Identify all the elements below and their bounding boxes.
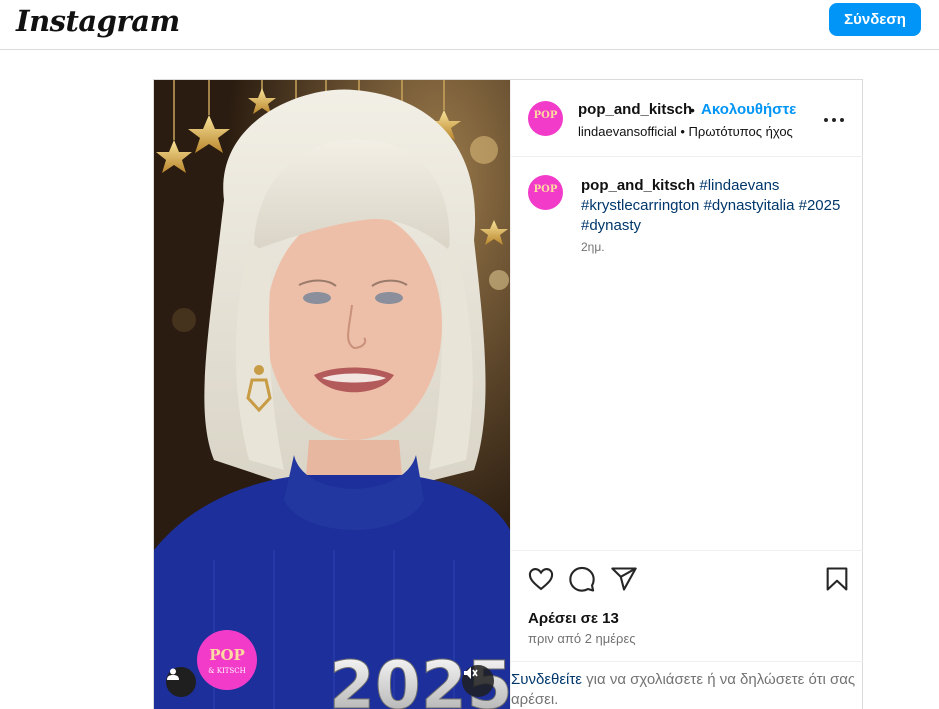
avatar-text: POP [533, 110, 558, 121]
post-card: 2025 POP & KITSCH POP pop_and_kitsch • Α… [153, 79, 863, 709]
bookmark-icon[interactable] [823, 565, 851, 593]
hashtag-link[interactable]: #2025 [799, 197, 841, 214]
post-date: πριν από 2 ημέρες [528, 631, 636, 646]
post-actions-section: Αρέσει σε 13 πριν από 2 ημέρες Συνδεθείτ… [511, 550, 863, 709]
pop-badge-subtitle: & KITSCH [208, 667, 245, 675]
hashtag-link[interactable]: #krystlecarrington [581, 197, 699, 214]
caption-avatar-text: POP [533, 184, 558, 195]
original-audio-link[interactable]: lindaevansofficial • Πρωτότυπος ήχος [578, 124, 793, 139]
hashtag-link[interactable]: #dynastyitalia [704, 197, 795, 214]
comment-login-prompt: Συνδεθείτε για να σχολιάσετε ή να δηλώσε… [511, 661, 863, 709]
pop-badge-title: POP [209, 646, 245, 664]
mute-toggle-button[interactable] [462, 665, 494, 697]
caption-avatar[interactable]: POP [528, 175, 563, 210]
header-separator: • [690, 102, 695, 118]
instagram-logo[interactable]: Instagram [16, 4, 180, 38]
post-header: POP pop_and_kitsch • Ακολουθήστε lindaev… [511, 80, 863, 157]
author-avatar[interactable]: POP [528, 101, 563, 136]
post-side-panel: POP pop_and_kitsch • Ακολουθήστε lindaev… [510, 80, 863, 709]
share-icon[interactable] [610, 565, 638, 593]
video-frame-illustration: 2025 POP & KITSCH [154, 80, 510, 709]
author-username[interactable]: pop_and_kitsch [578, 101, 692, 118]
more-options-icon[interactable] [823, 110, 845, 130]
caption-timestamp: 2ημ. [581, 240, 605, 254]
likes-count[interactable]: Αρέσει σε 13 [528, 610, 619, 627]
post-caption: pop_and_kitsch #lindaevans #krystlecarri… [581, 176, 841, 236]
follow-button[interactable]: Ακολουθήστε [701, 101, 796, 118]
login-link[interactable]: Συνδεθείτε [511, 671, 582, 688]
caption-username[interactable]: pop_and_kitsch [581, 177, 695, 194]
hashtag-link[interactable]: #dynasty [581, 217, 641, 234]
post-video[interactable]: 2025 POP & KITSCH [154, 80, 510, 709]
muted-speaker-icon [464, 667, 478, 679]
top-navigation-bar: Instagram Σύνδεση [0, 0, 939, 50]
comment-icon[interactable] [568, 565, 596, 593]
heart-icon[interactable] [527, 565, 555, 593]
tagged-users-button[interactable] [166, 667, 196, 697]
user-tag-icon [167, 668, 179, 680]
login-button[interactable]: Σύνδεση [829, 3, 921, 36]
hashtag-link[interactable]: #lindaevans [699, 177, 779, 194]
